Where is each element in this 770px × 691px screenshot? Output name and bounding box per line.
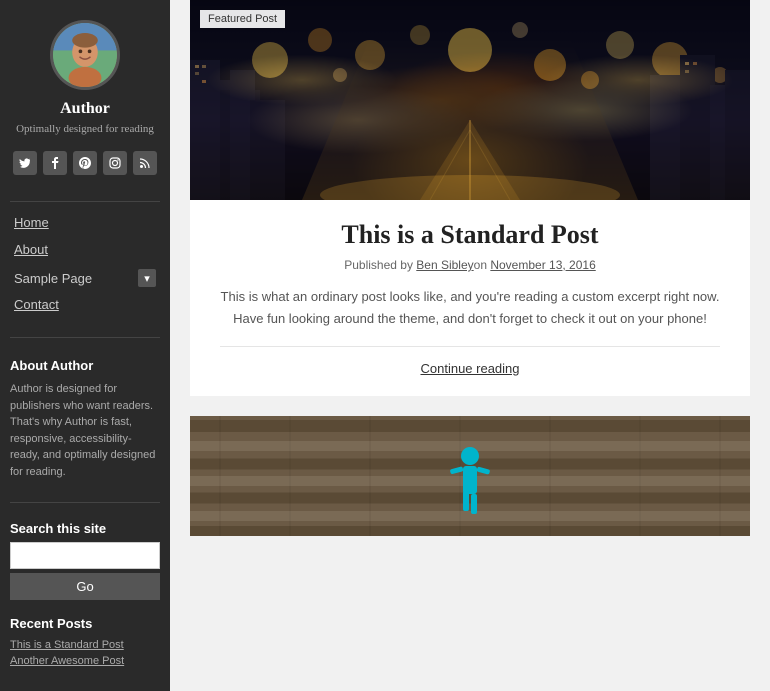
recent-posts-section: Recent Posts This is a Standard Post Ano… [10,616,160,671]
second-post-image [190,416,750,536]
meta-on: on [474,258,491,272]
post-date-link[interactable]: November 13, 2016 [490,258,595,272]
nav-item-about[interactable]: About [10,237,160,264]
sidebar-divider-2 [10,337,160,338]
sidebar-divider [10,201,160,202]
recent-post-item-2[interactable]: Another Awesome Post [10,655,160,667]
meta-prefix: Published by [344,258,416,272]
sidebar: Author Optimally designed for reading Ho… [0,0,170,691]
post-meta-1: Published by Ben Sibleyon November 13, 2… [220,258,720,272]
search-button[interactable]: Go [10,573,160,600]
nav-item-contact[interactable]: Contact [10,292,160,319]
post-author-link[interactable]: Ben Sibley [416,258,473,272]
featured-image-wrapper: Featured Post [190,0,750,200]
post-content-1: This is a Standard Post Published by Ben… [190,200,750,396]
featured-badge: Featured Post [200,10,285,28]
pinterest-icon[interactable] [73,151,97,175]
search-section: Search this site Go [10,521,160,600]
search-label: Search this site [10,521,160,536]
author-name: Author [60,100,110,118]
post-card-2 [190,416,750,536]
social-icons [13,151,157,175]
nav-menu: Home About Sample Page Contact [10,210,160,319]
about-section-text: Author is designed for publishers who wa… [10,381,160,480]
main-content: Featured Post [170,0,770,691]
recent-posts-title: Recent Posts [10,616,160,631]
city-night-image [190,0,750,200]
twitter-icon[interactable] [13,151,37,175]
nav-item-sample[interactable]: Sample Page [10,264,160,292]
post-divider-1 [220,346,720,347]
facebook-icon[interactable] [43,151,67,175]
continue-reading-link[interactable]: Continue reading [420,361,519,376]
about-section-title: About Author [10,358,160,373]
author-tagline: Optimally designed for reading [16,122,154,137]
search-input[interactable] [10,542,160,569]
nav-item-home[interactable]: Home [10,210,160,237]
post-excerpt-1: This is what an ordinary post looks like… [220,286,720,330]
instagram-icon[interactable] [103,151,127,175]
continue-reading-1: Continue reading [220,361,720,376]
post-title-1: This is a Standard Post [220,220,720,250]
recent-post-item-1[interactable]: This is a Standard Post [10,639,160,651]
sidebar-divider-3 [10,502,160,503]
rss-icon[interactable] [133,151,157,175]
sample-dropdown-arrow[interactable] [138,269,156,287]
avatar [50,20,120,90]
post-card-1: Featured Post [190,0,750,396]
